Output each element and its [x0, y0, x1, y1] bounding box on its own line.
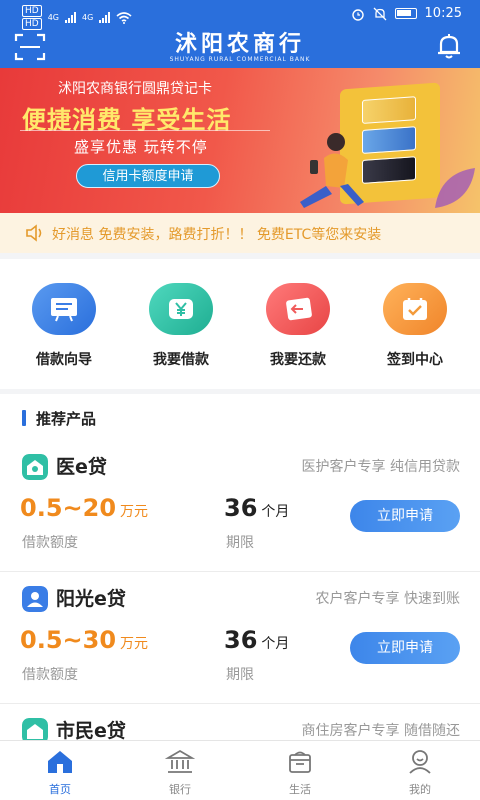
- product-name: 阳光e贷: [56, 588, 126, 610]
- loan-term: 36 个月: [224, 494, 289, 522]
- recommended-products: 推荐产品 医e贷 医护客户专享 纯信用贷款 0.5~20 万元 借款额度 36 个月…: [0, 394, 480, 740]
- product-card[interactable]: 医e贷 医护客户专享 纯信用贷款 0.5~20 万元 借款额度 36 个月 期限 立…: [0, 440, 480, 572]
- quick-entry-repay[interactable]: 我要还款: [240, 283, 356, 369]
- quick-entry-label: 签到中心: [387, 352, 443, 368]
- woman-illustration: [300, 133, 364, 208]
- product-name: 市民e贷: [56, 720, 126, 740]
- loan-amount-label: 借款额度: [22, 535, 78, 551]
- quick-entry-checkin[interactable]: 签到中心: [357, 283, 473, 369]
- shopping-bag-icon: [289, 751, 311, 773]
- loan-amount-label: 借款额度: [22, 667, 78, 683]
- network-type: 4G: [47, 13, 59, 22]
- tab-label: 银行: [169, 783, 191, 796]
- yuan-icon: [149, 283, 213, 335]
- repay-icon: [266, 283, 330, 335]
- quick-entry-grid: 借款向导 我要借款 我要还款 签到中心: [0, 259, 480, 389]
- section-title: 推荐产品: [22, 408, 96, 429]
- quick-entry-loan-guide[interactable]: 借款向导: [6, 283, 122, 369]
- quick-entry-label: 我要还款: [270, 352, 326, 368]
- calendar-check-icon: [383, 283, 447, 335]
- loan-term: 36 个月: [224, 626, 289, 654]
- status-bar: HD HD 4G 4G 10:25: [0, 0, 480, 30]
- credit-limit-apply-button[interactable]: 信用卡额度申请: [76, 164, 220, 188]
- doctor-icon: [22, 454, 48, 480]
- profile-icon: [409, 750, 431, 774]
- loan-amount-value: 0.5~20: [20, 494, 117, 522]
- product-card[interactable]: 阳光e贷 农户客户专享 快速到账 0.5~30 万元 借款额度 36 个月 期限 立…: [0, 572, 480, 704]
- loan-amount-unit: 万元: [120, 504, 149, 520]
- bank-logo-cn: 沭阳农商行: [174, 31, 305, 57]
- product-card[interactable]: 市民e贷 商住房客户专享 随借随还: [0, 704, 480, 740]
- product-name: 医e贷: [56, 456, 107, 478]
- signal-icon: [99, 12, 111, 23]
- banner-title: 沭阳农商银行圆鼎贷记卡: [58, 81, 212, 97]
- tab-label: 首页: [49, 783, 71, 796]
- tab-label: 生活: [289, 783, 311, 796]
- apply-now-button[interactable]: 立即申请: [350, 632, 460, 664]
- tab-home[interactable]: 首页: [0, 749, 120, 797]
- loan-term-value: 36: [224, 494, 258, 522]
- leaf-decoration: [435, 168, 475, 208]
- product-tagline: 商住房客户专享 随借随还: [301, 723, 460, 739]
- battery-icon: [394, 8, 417, 19]
- loan-term-unit: 个月: [261, 504, 290, 520]
- hd-badge: HD: [22, 5, 42, 17]
- tab-label: 我的: [409, 783, 431, 796]
- quick-entry-label: 我要借款: [153, 352, 209, 368]
- hd-badge: HD: [22, 18, 42, 30]
- product-tagline: 医护客户专享 纯信用贷款: [301, 459, 460, 475]
- promo-banner[interactable]: 沭阳农商银行圆鼎贷记卡 便捷消费 享受生活 盛享优惠 玩转不停 信用卡额度申请: [0, 68, 480, 213]
- network-type: 4G: [82, 13, 94, 22]
- speaker-icon: [26, 224, 42, 242]
- bottom-tab-bar: 首页 银行 生活 我的: [0, 740, 480, 800]
- farmer-icon: [22, 586, 48, 612]
- quick-entry-borrow[interactable]: 我要借款: [123, 283, 239, 369]
- loan-term-value: 36: [224, 626, 258, 654]
- loan-term-label: 期限: [226, 535, 254, 551]
- loan-term-label: 期限: [226, 667, 254, 683]
- banner-divider: [20, 130, 270, 131]
- loan-amount-unit: 万元: [120, 636, 149, 652]
- signal-icon: [65, 12, 76, 23]
- tab-mine[interactable]: 我的: [360, 749, 480, 797]
- notice-text: 好消息 免费安装，路费打折！！ 免费ETC等您来安装: [52, 227, 382, 243]
- tab-life[interactable]: 生活: [240, 749, 360, 797]
- wifi-icon: [116, 11, 132, 24]
- bank-logo: 沭阳农商行 SHUYANG RURAL COMMERCIAL BANK: [0, 32, 480, 64]
- credit-card-image: [362, 96, 416, 124]
- clock: 10:25: [424, 6, 462, 21]
- loan-term-unit: 个月: [261, 636, 290, 652]
- bank-icon: [164, 749, 196, 773]
- bank-logo-en: SHUYANG RURAL COMMERCIAL BANK: [169, 56, 311, 63]
- citizen-icon: [22, 718, 48, 740]
- home-icon: [48, 751, 72, 773]
- loan-amount: 0.5~20 万元: [20, 494, 148, 522]
- loan-amount-value: 0.5~30: [20, 626, 117, 654]
- loan-guide-icon: [32, 283, 96, 335]
- quick-entry-label: 借款向导: [36, 352, 92, 368]
- apply-now-button[interactable]: 立即申请: [350, 500, 460, 532]
- banner-subtitle: 盛享优惠 玩转不停: [74, 138, 208, 156]
- loan-amount: 0.5~30 万元: [20, 626, 148, 654]
- app-header: 沭阳农商行 SHUYANG RURAL COMMERCIAL BANK: [0, 30, 480, 68]
- product-tagline: 农户客户专享 快速到账: [315, 591, 460, 607]
- tab-bank[interactable]: 银行: [120, 749, 240, 797]
- notice-bar[interactable]: 好消息 免费安装，路费打折！！ 免费ETC等您来安装: [0, 213, 480, 253]
- bell-icon: [438, 34, 460, 59]
- alarm-icon: [351, 8, 364, 21]
- notification-button[interactable]: [436, 32, 464, 62]
- mute-icon: [373, 7, 386, 20]
